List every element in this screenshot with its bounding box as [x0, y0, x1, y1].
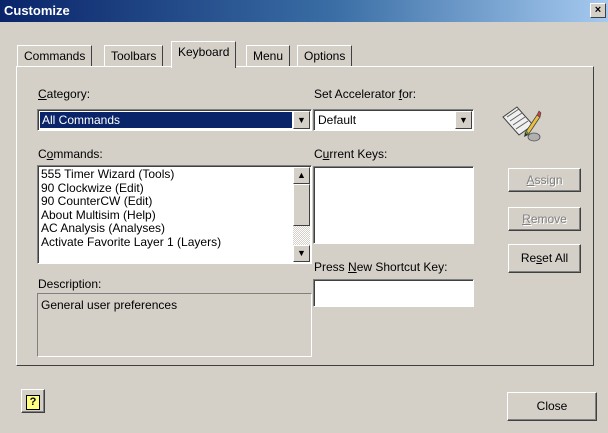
category-select[interactable]: All Commands ▼ [37, 109, 312, 131]
tab-label: Keyboard [178, 45, 230, 59]
commands-list[interactable]: 555 Timer Wizard (Tools) 90 Clockwize (E… [37, 165, 312, 264]
tab-label: Options [304, 49, 346, 63]
keyboard-tab-panel: Category: All Commands ▼ Commands: 555 T… [16, 66, 594, 366]
current-keys-label: Current Keys: [314, 147, 388, 161]
category-value: All Commands [40, 112, 292, 128]
description-text: General user preferences [41, 298, 178, 312]
commands-label: Commands: [38, 147, 103, 161]
list-item[interactable]: About Multisim (Help) [38, 208, 292, 223]
shortcut-key-input[interactable] [313, 279, 474, 307]
assign-button[interactable]: Assign [508, 168, 581, 192]
help-icon: ? [26, 395, 40, 410]
tab-label: Toolbars [111, 49, 157, 63]
tab-label: Menu [253, 49, 284, 63]
close-button[interactable]: Close [507, 392, 597, 421]
tab-label: Commands [24, 49, 86, 63]
list-item[interactable]: Activate Favorite Layer 1 (Layers) [38, 235, 292, 250]
help-button[interactable]: ? [21, 389, 45, 413]
shortcut-label: Press New Shortcut Key: [314, 260, 448, 274]
tab-toolbars[interactable]: Toolbars [104, 45, 164, 67]
list-item[interactable]: 90 CounterCW (Edit) [38, 194, 292, 209]
scroll-up-icon[interactable]: ▲ [293, 167, 310, 184]
title-bar: Customize × [0, 0, 608, 22]
current-keys-list[interactable] [313, 166, 474, 244]
tab-menu[interactable]: Menu [246, 45, 291, 67]
window-title: Customize [4, 3, 70, 18]
list-item[interactable]: 90 Clockwize (Edit) [38, 181, 292, 196]
scroll-down-icon[interactable]: ▼ [293, 245, 310, 262]
accelerator-value: Default [318, 113, 357, 127]
accelerator-select[interactable]: Default ▼ [313, 109, 474, 131]
remove-button[interactable]: Remove [508, 207, 581, 231]
description-box: General user preferences [37, 293, 312, 357]
list-item[interactable]: AC Analysis (Analyses) [38, 221, 292, 236]
tab-options[interactable]: Options [297, 45, 353, 67]
scrollbar-thumb[interactable] [293, 184, 310, 226]
chevron-down-icon[interactable]: ▼ [293, 111, 310, 129]
tab-keyboard[interactable]: Keyboard [171, 41, 237, 68]
description-label: Description: [38, 277, 102, 291]
category-label: Category: [38, 87, 91, 101]
chevron-down-icon[interactable]: ▼ [455, 111, 472, 129]
commands-list-items: 555 Timer Wizard (Tools) 90 Clockwize (E… [38, 167, 292, 250]
list-item[interactable]: 555 Timer Wizard (Tools) [38, 167, 292, 182]
reset-all-button[interactable]: Reset All [508, 244, 581, 273]
commands-scrollbar[interactable]: ▲ ▼ [293, 167, 310, 262]
tab-commands[interactable]: Commands [17, 45, 93, 67]
accelerator-label: Set Accelerator for: [314, 87, 417, 101]
close-window-button[interactable]: × [590, 3, 606, 18]
keyboard-pencil-icon [499, 103, 543, 143]
